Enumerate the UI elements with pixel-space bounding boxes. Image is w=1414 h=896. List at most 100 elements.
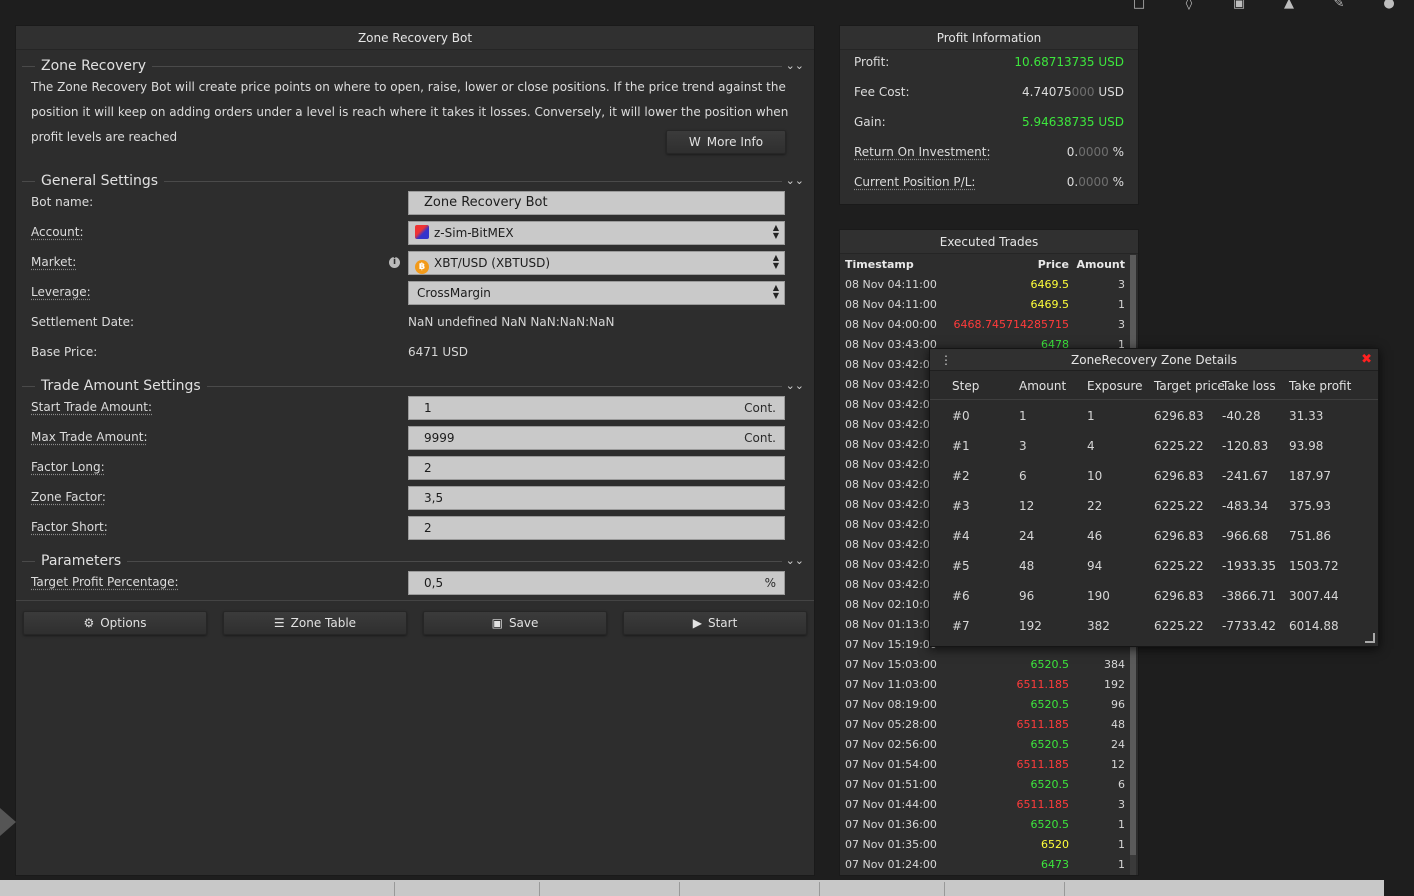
start-trade-amount-input[interactable]: 1 Cont. [408,396,785,420]
trade-amount: 1 [1118,818,1125,831]
trade-timestamp: 07 Nov 01:44:00 [845,798,937,811]
zone-recovery-bot-panel: Zone Recovery Bot Zone Recovery ⌄⌄ The Z… [15,25,815,876]
bot-name-input[interactable]: Zone Recovery Bot [408,191,785,215]
more-info-button[interactable]: W More Info [666,130,786,154]
start-button[interactable]: ▶ Start [623,611,807,635]
gain-label: Gain: [854,115,886,129]
info-icon[interactable]: i [389,257,400,268]
zone-take-profit-cell: 6014.88 [1289,619,1339,633]
roi-row: Return On Investment: 0.0000 % [854,142,1124,162]
side-collapse-arrow-icon[interactable] [0,808,16,836]
zone-amount-cell: 96 [1019,589,1035,603]
general-settings-section-header[interactable]: General Settings ⌄⌄ [22,172,804,190]
taskbar-tab[interactable] [945,882,1065,896]
roi-label: Return On Investment: [854,145,991,159]
zone-exposure-cell: 46 [1087,529,1103,543]
market-select[interactable]: ฿ XBT/USD (XBTUSD) ▲ ▼ [408,251,785,275]
trade-timestamp: 08 Nov 03:42:00 [845,538,937,551]
zone-target-price-cell: 6225.22 [1154,559,1204,573]
zone-row: #7 192 382 6225.22 -7733.42 6014.88 [930,611,1378,641]
timestamp-header[interactable]: Timestamp [845,255,914,275]
profit-value: 10.68713735 USD [1014,55,1124,69]
trade-amount: 192 [1104,678,1125,691]
resize-handle-icon[interactable] [1365,633,1375,643]
zone-amount-cell: 12 [1019,499,1035,513]
zone-amount-cell: 48 [1019,559,1035,573]
taskbar-tab[interactable] [680,882,820,896]
tags-icon[interactable]: ◊ [1164,0,1214,12]
select-arrows-icon: ▲ ▼ [772,283,779,300]
trade-row: 07 Nov 02:56:00 6520.5 24 [840,735,1130,755]
zone-take-loss-cell: -241.67 [1222,469,1269,483]
max-trade-amount-input[interactable]: 9999 Cont. [408,426,785,450]
coins-icon[interactable]: ● [1364,0,1414,12]
collapse-chevron-icon[interactable]: ⌄⌄ [781,377,804,395]
zone-step-cell: #3 [952,499,970,513]
map-icon[interactable]: □ [1114,0,1164,12]
options-button[interactable]: ⚙ Options [23,611,207,635]
factor-long-input[interactable]: 2 [408,456,785,480]
account-select[interactable]: z-Sim-BitMEX ▲ ▼ [408,221,785,245]
zone-target-price-cell: 6296.83 [1154,409,1204,423]
zone-amount-cell: 1 [1019,409,1027,423]
trade-amount-section-header[interactable]: Trade Amount Settings ⌄⌄ [22,377,804,395]
trade-row: 08 Nov 04:11:00 6469.5 1 [840,295,1130,315]
zone-take-loss-cell: -40.28 [1222,409,1261,423]
take-loss-header: Take loss [1222,379,1276,393]
zone-take-profit-cell: 375.93 [1289,499,1331,513]
leverage-select[interactable]: CrossMargin ▲ ▼ [408,281,785,305]
edit-icon[interactable]: ✎ [1314,0,1364,12]
bell-icon[interactable]: ▲ [1264,0,1314,12]
collapse-chevron-icon[interactable]: ⌄⌄ [781,552,804,570]
trade-price: 6473 [1041,858,1069,871]
target-profit-input[interactable]: 0,5 % [408,571,785,595]
taskbar-tab[interactable] [820,882,945,896]
zone-exposure-cell: 382 [1087,619,1110,633]
zone-amount-cell: 6 [1019,469,1027,483]
save-button[interactable]: ▣ Save [423,611,607,635]
collapse-chevron-icon[interactable]: ⌄⌄ [781,57,804,75]
taskbar-tab[interactable] [260,882,395,896]
taskbar-tab[interactable] [395,882,540,896]
profit-label: Profit: [854,55,890,69]
zone-take-profit-cell: 31.33 [1289,409,1324,423]
trade-amount: 1 [1118,838,1125,851]
zone-exposure-cell: 1 [1087,409,1095,423]
trade-timestamp: 08 Nov 03:42:00 [845,398,937,411]
trade-timestamp: 08 Nov 03:42:00 [845,438,937,451]
robot-icon[interactable]: ▣ [1214,0,1264,12]
bitmex-icon [415,225,429,239]
trade-timestamp: 07 Nov 11:03:00 [845,678,937,691]
trade-price: 6511.185 [1016,798,1070,811]
menu-dots-icon[interactable]: ⋮ [940,349,952,371]
trade-timestamp: 08 Nov 03:42:00 [845,458,937,471]
section-title: General Settings [35,172,165,190]
amount-header[interactable]: Amount [1077,255,1125,275]
trade-amount: 3 [1118,318,1125,331]
factor-short-input[interactable]: 2 [408,516,785,540]
zone-take-profit-cell: 187.97 [1289,469,1331,483]
zone-amount-cell: 24 [1019,529,1035,543]
collapse-chevron-icon[interactable]: ⌄⌄ [781,172,804,190]
zone-recovery-section-header[interactable]: Zone Recovery ⌄⌄ [22,57,804,75]
trade-timestamp: 07 Nov 01:35:00 [845,838,937,851]
trade-timestamp: 07 Nov 08:19:00 [845,698,937,711]
close-icon[interactable]: ✖ [1361,349,1372,371]
price-header[interactable]: Price [1038,255,1069,275]
dialog-titlebar[interactable]: ⋮ ZoneRecovery Zone Details ✖ [930,349,1378,371]
unit-label: Cont. [744,401,776,415]
panel-title: Zone Recovery Bot [16,26,814,50]
trades-table-header: Timestamp Price Amount [840,255,1130,275]
trade-timestamp: 07 Nov 15:19:00 [845,638,937,651]
parameters-section-header[interactable]: Parameters ⌄⌄ [22,552,804,570]
taskbar-tab[interactable] [540,882,680,896]
trade-timestamp: 08 Nov 04:00:00 [845,318,937,331]
zone-step-cell: #7 [952,619,970,633]
zone-factor-input[interactable]: 3,5 [408,486,785,510]
trade-timestamp: 08 Nov 03:42:00 [845,518,937,531]
panel-title: Profit Information [840,26,1138,50]
divider [16,600,814,601]
select-arrows-icon: ▲ ▼ [772,253,779,270]
trade-timestamp: 07 Nov 02:56:00 [845,738,937,751]
zone-table-button[interactable]: ☰ Zone Table [223,611,407,635]
